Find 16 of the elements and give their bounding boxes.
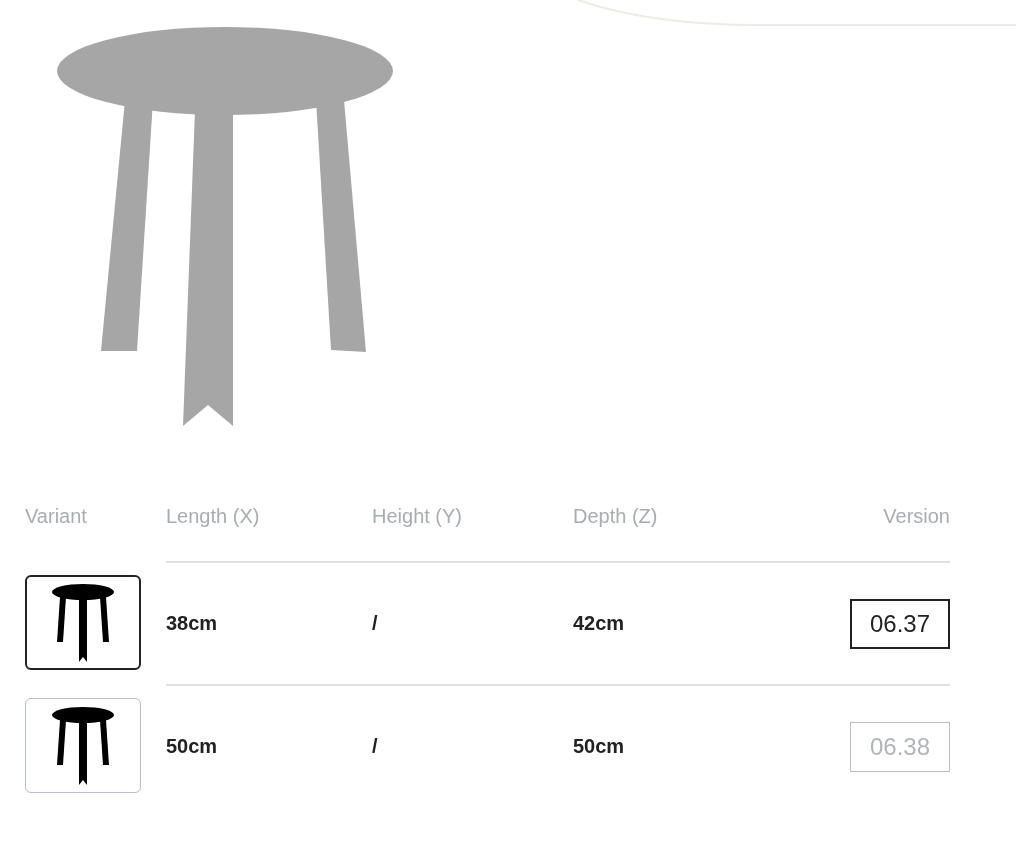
column-header: Version	[883, 505, 950, 528]
variant-thumbnail[interactable]	[25, 575, 141, 670]
column-header: Length (X)	[166, 505, 261, 528]
height-value: /	[372, 612, 379, 635]
stool-icon	[52, 706, 114, 785]
column-header: Depth (Z)	[573, 505, 659, 528]
version-button[interactable]: 06.37	[850, 598, 950, 649]
depth-value: 42cm	[573, 612, 626, 635]
column-header: Variant	[25, 505, 87, 527]
stool-icon	[52, 583, 114, 662]
height-value: /	[372, 735, 379, 758]
length-value: 38cm	[166, 612, 219, 635]
depth-value: 50cm	[573, 735, 626, 758]
length-value: 50cm	[166, 735, 219, 758]
variant-thumbnail[interactable]	[25, 698, 141, 793]
column-header: Height (Y)	[372, 505, 464, 528]
